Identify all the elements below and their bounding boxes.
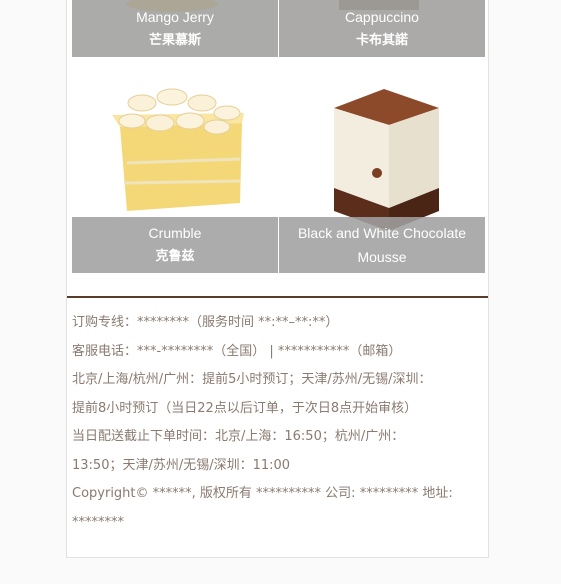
product-name-en: Cappuccino [345, 9, 419, 25]
footer-info: 订购专线：********（服务时间 **:**–**:**） 客服电话：***… [72, 309, 482, 537]
product-name-en: Crumble [148, 225, 202, 241]
product-caption: Crumble 克鲁兹 [72, 217, 278, 273]
product-card-black-white-chocolate[interactable]: Black and White Chocolate Mousse [279, 63, 485, 273]
product-name-en-line2: Mousse [357, 249, 407, 265]
delivery-notice-2: 提前8小时预订（当日22点以后订单，于次日8点开始审核） [72, 400, 418, 416]
product-name-en: Black and White Chocolate [297, 225, 467, 241]
product-card-cappuccino[interactable]: Cappuccino 卡布其諾 [279, 0, 485, 57]
product-name-zh: 卡布其諾 [355, 33, 408, 48]
product-name-zh: 芒果慕斯 [148, 33, 201, 48]
product-name-zh: 克鲁兹 [155, 249, 195, 264]
product-card-mango[interactable]: Mango Jerry 芒果慕斯 [72, 0, 278, 57]
cutoff-time-1: 当日配送截止下单时间：北京/上海：16:50；杭州/广州： [72, 429, 405, 444]
order-hotline: 订购专线：********（服务时间 **:**–**:**） [72, 315, 339, 330]
footer-divider [67, 296, 488, 298]
cutoff-time-2: 13:50；天津/苏州/无锡/深圳：11:00 [72, 457, 291, 473]
product-caption: Mango Jerry 芒果慕斯 [72, 0, 278, 57]
product-name-en: Mango Jerry [136, 9, 214, 25]
product-caption: Black and White Chocolate Mousse [279, 217, 485, 273]
delivery-notice-1: 北京/上海/杭州/广州：提前5小时预订；天津/苏州/无锡/深圳： [72, 372, 432, 387]
product-card-crumble[interactable]: Crumble 克鲁兹 [72, 63, 278, 273]
customer-service: 客服电话：***-********（全国） | ***********（邮箱） [72, 343, 402, 359]
product-caption: Cappuccino 卡布其諾 [279, 0, 485, 57]
address: ******** [72, 514, 124, 530]
page-container: Mango Jerry 芒果慕斯 Cappuccino 卡布其諾 Crumble… [66, 0, 489, 558]
copyright: Copyright© ******, 版权所有 ********** 公司: *… [72, 486, 453, 501]
